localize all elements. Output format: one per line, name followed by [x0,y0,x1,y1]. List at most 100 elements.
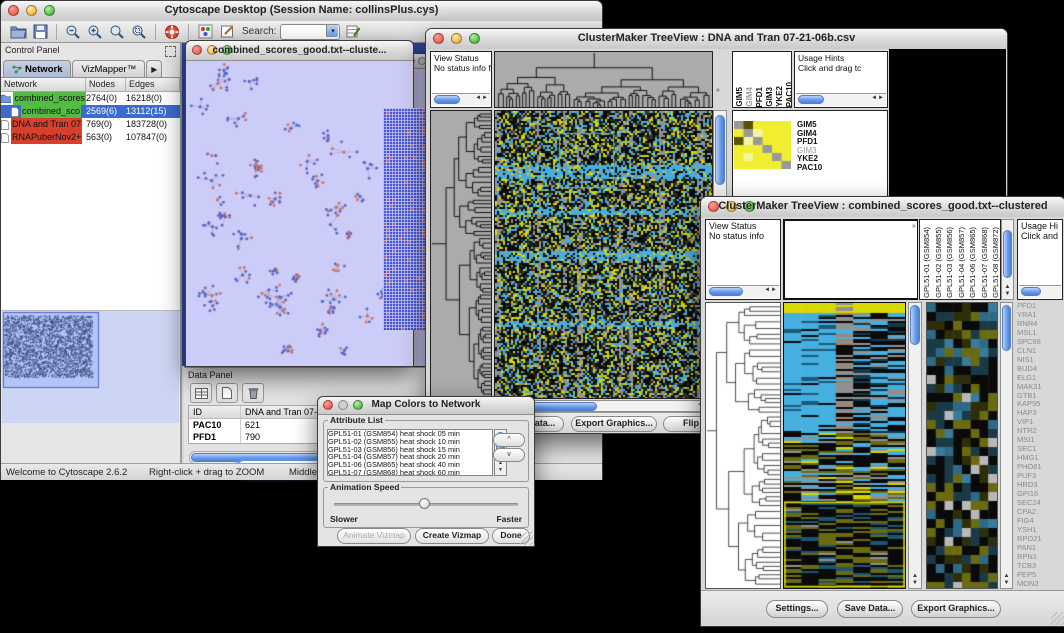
open-icon[interactable] [9,23,27,41]
scrollbar-thumb[interactable] [715,115,725,185]
scrollbar-thumb[interactable] [910,305,920,345]
scroll-right-icon[interactable]: ► [771,287,778,293]
detail-heatmap-panel[interactable] [926,302,998,589]
vscrollbar[interactable]: ▲▼ [1001,219,1014,300]
scroll-up-icon[interactable]: ▲ [1005,284,1011,290]
scroll-left-icon[interactable]: ◄ [475,95,482,101]
move-down-button[interactable]: v [493,448,525,462]
row-dendrogram-panel[interactable] [705,302,781,589]
attribute-editor-icon[interactable] [344,23,362,41]
scrollbar-thumb[interactable] [798,95,824,104]
speed-slider-thumb[interactable] [419,498,430,509]
network-view-titlebar[interactable]: combined_scores_good.txt--cluste... [186,41,413,61]
scroll-right-icon[interactable]: ► [482,95,489,101]
row-dendrogram[interactable] [706,303,780,588]
save-data-button[interactable]: Save Data... [837,600,903,618]
network-edges: 13112(15) [126,105,180,118]
heatmap-panel[interactable] [783,302,906,589]
resize-grip[interactable] [520,532,533,545]
treeview2-titlebar[interactable]: ClusterMaker TreeView : combined_scores_… [701,197,1064,218]
network-row[interactable]: combined_scores 2764(0) 16218(0) [1,92,180,105]
col-nodes[interactable]: Nodes [86,78,126,91]
hscrollbar[interactable]: ◄► [707,285,779,298]
network-row[interactable]: RNAPuberNov2+ 563(0) 107847(0) [1,131,180,144]
search-input[interactable]: ▾ [280,24,340,40]
network-view-title: combined_scores_good.txt--cluste... [186,45,413,56]
vscrollbar[interactable]: ▲▼ [908,302,922,589]
network-row[interactable]: DNA and Tran 07 769(0) 183728(0) [1,118,180,131]
hscrollbar[interactable] [1019,285,1061,298]
animate-vizmap-button[interactable]: Animate Vizmap [337,528,411,544]
attribute-list-item[interactable]: GPL51-07 (GSM868) heat shock 60 min [328,469,492,476]
search-label: Search: [242,26,276,37]
tab-vizmapper[interactable]: VizMapper™ [72,60,145,77]
treeview1-titlebar[interactable]: ClusterMaker TreeView : DNA and Tran 07-… [426,29,1007,50]
col-network[interactable]: Network [1,78,86,91]
column-dendrogram-panel[interactable] [494,51,713,108]
scroll-up-icon[interactable]: ▲ [912,573,918,579]
annotation-icon[interactable] [218,23,236,41]
export-graphics-button[interactable]: Export Graphics... [571,416,657,432]
col-edges[interactable]: Edges [126,78,180,91]
save-icon[interactable] [31,23,49,41]
scroll-right-icon[interactable]: ► [878,95,885,101]
detail-heatmap[interactable] [927,303,997,588]
hscrollbar[interactable]: ◄► [796,93,886,106]
row-dendrogram[interactable] [431,111,491,398]
export-graphics-button[interactable]: Export Graphics... [911,600,1001,618]
zoom-selected-icon[interactable] [130,23,148,41]
expression-heatmap[interactable] [495,111,712,398]
network-nodes: 2569(6) [86,105,126,118]
expression-heatmap[interactable] [784,303,905,588]
vscrollbar[interactable]: ▲▼ [1000,302,1013,589]
vizmapper-icon[interactable] [196,23,214,41]
main-titlebar[interactable]: Cytoscape Desktop (Session Name: collins… [1,1,602,22]
scroll-left-icon[interactable]: ◄ [871,95,878,101]
move-up-button[interactable]: ^ [493,433,525,447]
scroll-left-icon[interactable]: ◄ [764,287,771,293]
scroll-down-icon[interactable]: ▼ [498,467,503,473]
network-row-selected[interactable]: combined_sco 2569(6) 13112(15) [1,105,180,118]
splitter-icon[interactable]: » [716,87,720,94]
gene-label[interactable]: MON2 [1017,580,1064,589]
hscrollbar[interactable]: ◄► [432,93,490,106]
scroll-down-icon[interactable]: ▼ [1004,580,1010,586]
scrollbar-thumb[interactable] [1003,230,1012,278]
zoom-fit-icon[interactable] [108,23,126,41]
combo-arrow-icon[interactable]: ▾ [326,25,338,37]
zoom-in-icon[interactable] [86,23,104,41]
col-id[interactable]: ID [189,406,241,418]
zoom-out-icon[interactable] [64,23,82,41]
settings-button[interactable]: Settings... [766,600,828,618]
slower-label: Slower [330,514,358,524]
resize-grip[interactable] [1051,612,1064,625]
scrollbar-thumb[interactable] [1021,287,1041,296]
scrollbar-thumb[interactable] [1002,305,1011,351]
column-dendrogram-panel[interactable] [783,219,918,300]
new-attribute-icon[interactable] [216,383,238,403]
birdseye-canvas[interactable] [2,311,179,423]
scrollbar-thumb[interactable] [434,95,460,104]
scrollbar-thumb[interactable] [709,287,743,296]
dense-cluster-network[interactable] [383,108,428,330]
scroll-up-icon[interactable]: ▲ [1004,573,1010,579]
birdseye-view[interactable] [2,311,179,423]
tab-overflow-arrow[interactable]: ▶ [146,60,162,77]
float-panel-icon[interactable] [165,46,176,57]
row-dendrogram-panel[interactable] [430,110,492,399]
delete-attribute-icon[interactable] [242,383,264,403]
network-edges: 107847(0) [126,131,180,144]
network-view-canvas[interactable] [186,61,411,366]
splitter-icon[interactable]: » [912,223,916,230]
attribute-list[interactable]: GPL51-01 (GSM854) heat shock 05 minGPL51… [327,429,493,476]
tab-network[interactable]: Network [3,60,71,77]
scroll-down-icon[interactable]: ▼ [912,580,918,586]
select-attributes-icon[interactable] [190,383,212,403]
scroll-down-icon[interactable]: ▼ [1005,291,1011,297]
dialog-titlebar[interactable]: Map Colors to Network [318,397,534,415]
correlation-matrix[interactable] [734,121,791,169]
create-vizmap-button[interactable]: Create Vizmap [415,528,489,544]
help-lifering-icon[interactable] [163,23,181,41]
heatmap-panel[interactable] [494,110,713,399]
column-dendrogram[interactable] [495,52,712,107]
